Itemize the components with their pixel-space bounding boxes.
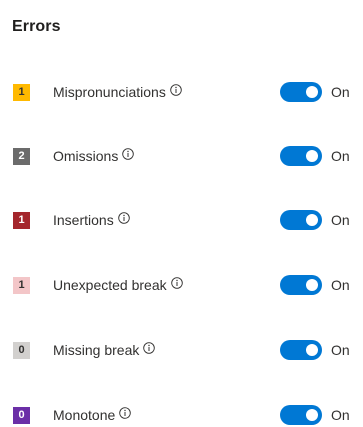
info-icon[interactable] [170, 84, 182, 96]
toggle-knob [306, 279, 318, 291]
info-icon[interactable] [119, 407, 132, 419]
toggle-knob [306, 86, 318, 98]
info-icon[interactable] [170, 277, 183, 289]
count-badge-unexpected-break: 1 [13, 277, 30, 294]
error-label-omissions: Omissions [53, 148, 119, 164]
errors-heading: Errors [12, 18, 61, 35]
error-row-insertions: 1 Insertions On [0, 208, 363, 232]
toggle-knob [306, 409, 318, 421]
toggle-state-missing-break: On [331, 342, 350, 358]
toggle-unexpected-break[interactable] [280, 275, 322, 295]
error-label-unexpected-break: Unexpected break [53, 277, 167, 293]
toggle-monotone[interactable] [280, 405, 322, 425]
error-label-wrap-insertions: Insertions [53, 211, 130, 229]
error-label-wrap-mispronunciations: Mispronunciations [53, 83, 182, 101]
toggle-omissions[interactable] [280, 146, 322, 166]
toggle-state-omissions: On [331, 148, 350, 164]
error-label-wrap-omissions: Omissions [53, 147, 135, 165]
errors-panel: Errors 1 Mispronunciations On 2 Omission… [0, 0, 363, 427]
info-icon[interactable] [122, 148, 135, 160]
toggle-mispronunciations[interactable] [280, 82, 322, 102]
error-label-missing-break: Missing break [53, 342, 140, 358]
count-badge-insertions: 1 [13, 212, 30, 229]
count-badge-missing-break: 0 [13, 342, 30, 359]
error-label-insertions: Insertions [53, 212, 114, 228]
error-label-monotone: Monotone [53, 407, 116, 423]
info-icon[interactable] [143, 342, 156, 354]
toggle-knob [306, 214, 318, 226]
toggle-missing-break[interactable] [280, 340, 322, 360]
toggle-knob [306, 344, 318, 356]
toggle-state-unexpected-break: On [331, 277, 350, 293]
count-badge-omissions: 2 [13, 148, 30, 165]
error-label-wrap-missing-break: Missing break [53, 341, 156, 359]
count-badge-mispronunciations: 1 [13, 84, 30, 101]
error-row-monotone: 0 Monotone On [0, 403, 363, 427]
toggle-state-monotone: On [331, 407, 350, 423]
error-row-unexpected-break: 1 Unexpected break On [0, 273, 363, 297]
count-badge-monotone: 0 [13, 407, 30, 424]
error-label-wrap-monotone: Monotone [53, 406, 132, 424]
toggle-knob [306, 150, 318, 162]
toggle-state-mispronunciations: On [331, 84, 350, 100]
error-row-omissions: 2 Omissions On [0, 144, 363, 168]
info-icon[interactable] [117, 212, 130, 224]
error-row-missing-break: 0 Missing break On [0, 338, 363, 362]
error-row-mispronunciations: 1 Mispronunciations On [0, 80, 363, 104]
toggle-state-insertions: On [331, 212, 350, 228]
error-label-mispronunciations: Mispronunciations [53, 84, 166, 100]
toggle-insertions[interactable] [280, 210, 322, 230]
error-label-wrap-unexpected-break: Unexpected break [53, 276, 183, 294]
